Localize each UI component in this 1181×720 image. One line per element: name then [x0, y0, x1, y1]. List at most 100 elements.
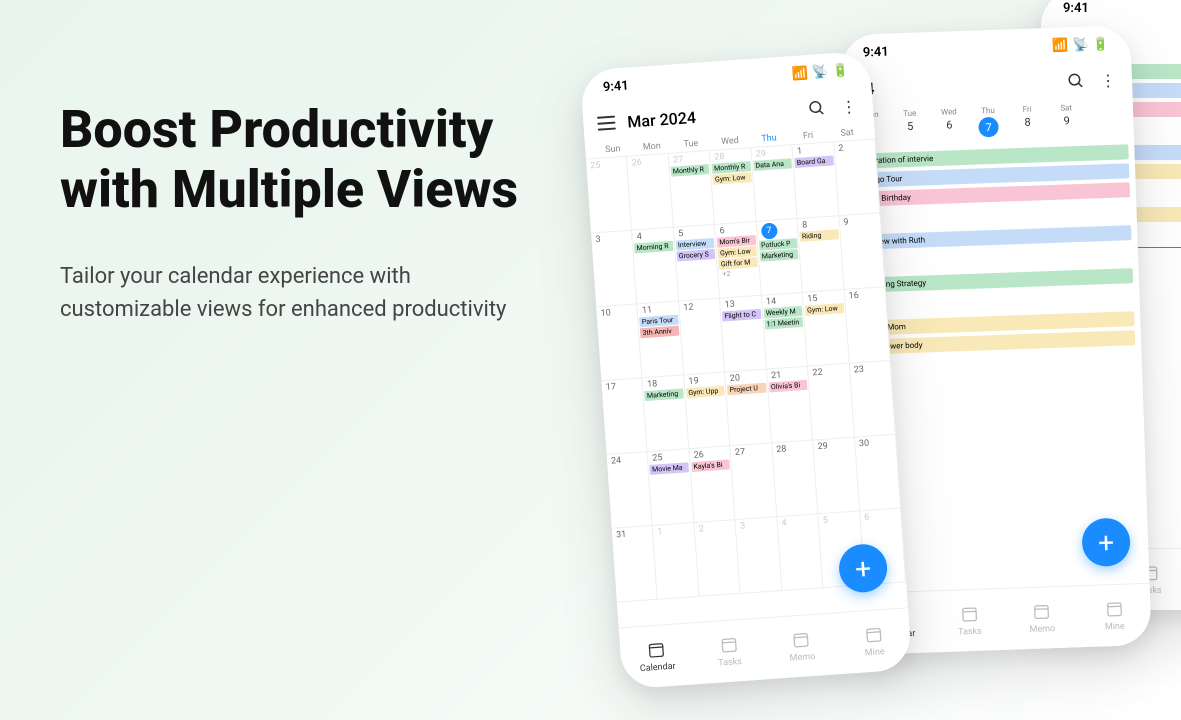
day-number: 26	[631, 156, 667, 168]
event-chip[interactable]: Marketing	[645, 388, 684, 401]
event-chip[interactable]: 1:1 Meetin	[764, 317, 803, 330]
week-label[interactable]: 24	[856, 72, 1055, 98]
calendar-cell[interactable]: 4Morning R	[632, 228, 678, 305]
calendar-cell[interactable]: 1Board Ga	[793, 142, 839, 219]
calendar-cell[interactable]: 5InterviewGrocery S	[674, 225, 720, 302]
calendar-cell[interactable]: 4	[777, 514, 823, 591]
search-icon[interactable]	[806, 98, 827, 119]
calendar-cell[interactable]: 14Weekly M1:1 Meetin	[762, 293, 808, 370]
day-number: 7	[761, 223, 778, 240]
calendar-cell[interactable]: 17	[601, 378, 647, 455]
nav-label: Tasks	[718, 657, 742, 669]
calendar-cell[interactable]: 24	[607, 452, 653, 529]
calendar-cell[interactable]: 15Gym: Low	[803, 290, 849, 367]
tasks-icon	[959, 604, 980, 625]
calendar-cell[interactable]: 13Flight to C	[720, 296, 766, 373]
calendar-cell[interactable]: 11Paris Tour3th Anniv	[638, 302, 684, 379]
event-chip[interactable]: Morning R	[634, 241, 673, 254]
calendar-cell[interactable]: 8Riding	[798, 216, 844, 293]
calendar-cell[interactable]: 26	[627, 154, 673, 231]
status-icons: 📶 📡 🔋	[791, 63, 848, 82]
event-chip[interactable]: Data Ana	[753, 158, 792, 171]
day-number: 1	[657, 525, 693, 537]
day-number: 2	[699, 522, 735, 534]
event-chip[interactable]: Monthly R	[670, 164, 709, 177]
calendar-cell[interactable]: 12	[679, 299, 725, 376]
nav-label: Memo	[1029, 624, 1055, 635]
event-chip[interactable]: Gym: Low	[805, 303, 844, 316]
nav-calendar[interactable]: Calendar	[619, 623, 696, 689]
calendar-cell[interactable]: 31	[612, 526, 658, 603]
nav-tasks[interactable]: Tasks	[691, 618, 768, 684]
event-chip[interactable]: Grocery S	[676, 249, 715, 262]
week-day[interactable]: Fri8	[1007, 104, 1047, 136]
nav-label: Memo	[789, 652, 815, 664]
event-chip[interactable]: Flight to C	[722, 309, 761, 322]
calendar-cell[interactable]: 23	[849, 361, 895, 438]
calendar-cell[interactable]: 18Marketing	[643, 375, 689, 452]
calendar-cell[interactable]: 25Movie Ma	[648, 449, 694, 526]
add-event-fab[interactable]: +	[1081, 517, 1131, 567]
status-time: 9:41	[602, 78, 629, 95]
event-chip[interactable]: Kayla's Bi	[691, 459, 730, 472]
event-chip[interactable]: Olivia's Bi	[769, 380, 808, 393]
calendar-cell[interactable]: 21Olivia's Bi	[767, 367, 813, 444]
day-number: 3	[595, 233, 631, 245]
event-chip[interactable]: Board Ga	[794, 155, 833, 168]
search-icon[interactable]	[1066, 71, 1087, 92]
event-chip[interactable]: Gym: Low	[713, 172, 752, 185]
more-events[interactable]: +2	[722, 268, 758, 278]
nav-mine[interactable]: Mine	[1077, 584, 1152, 647]
calendar-cell[interactable]: 30	[855, 435, 901, 512]
nav-memo[interactable]: Memo	[763, 613, 840, 679]
day-number: 23	[854, 363, 890, 375]
event-chip[interactable]: Gym: Upp	[686, 386, 725, 399]
week-day[interactable]: Tue5	[890, 108, 930, 140]
calendar-cell[interactable]: 26Kayla's Bi	[689, 446, 735, 523]
menu-icon[interactable]	[597, 116, 616, 131]
calendar-cell[interactable]: 22	[808, 364, 854, 441]
week-day[interactable]: Thu7	[968, 105, 1008, 137]
weekday-label: Wed	[710, 135, 750, 148]
calendar-cell[interactable]: 28Monthly RGym: Low	[710, 148, 756, 225]
calendar-cell[interactable]: 27	[731, 443, 777, 520]
status-bar: 9:41 📶 📡 🔋	[1041, 0, 1181, 26]
day-number: 28	[776, 443, 812, 455]
week-day[interactable]: Wed6	[929, 107, 969, 139]
nav-mine[interactable]: Mine	[836, 608, 913, 674]
calendar-cell[interactable]: 6Mom's BirGym: LowGift for M+2	[715, 222, 761, 299]
nav-tasks[interactable]: Tasks	[932, 589, 1007, 652]
calendar-cell[interactable]: 2	[834, 139, 880, 216]
event-chip[interactable]: Project U	[727, 383, 766, 396]
calendar-cell[interactable]: 2	[694, 520, 740, 597]
signal-icon: 📶	[1052, 38, 1069, 54]
mine-icon	[863, 624, 884, 645]
weekday-label: Fri	[1007, 104, 1046, 114]
event-chip[interactable]: 3th Anniv	[640, 326, 679, 339]
month-label[interactable]: Mar 2024	[627, 100, 796, 131]
weekday-label: Mon	[632, 141, 672, 154]
calendar-cell[interactable]: 1	[653, 523, 699, 600]
calendar-cell[interactable]: 29Data Ana	[751, 145, 797, 222]
event-chip[interactable]: Marketing	[759, 249, 798, 262]
battery-icon: 🔋	[1092, 36, 1109, 52]
calendar-cell[interactable]: 29	[813, 438, 859, 515]
event-chip[interactable]: Movie Ma	[650, 462, 689, 475]
day-number: 29	[817, 440, 853, 452]
calendar-cell[interactable]: 7Potluck PMarketing	[756, 219, 802, 296]
week-day[interactable]: Sat9	[1047, 103, 1087, 135]
calendar-cell[interactable]: 9	[839, 213, 885, 290]
more-icon[interactable]: ⋮	[1098, 70, 1119, 91]
calendar-cell[interactable]: 27Monthly R	[669, 151, 715, 228]
calendar-cell[interactable]: 20Project U	[725, 370, 771, 447]
calendar-cell[interactable]: 3	[591, 231, 637, 308]
nav-memo[interactable]: Memo	[1005, 586, 1080, 649]
calendar-cell[interactable]: 3	[736, 517, 782, 594]
calendar-cell[interactable]: 10	[596, 304, 642, 381]
more-icon[interactable]: ⋮	[838, 96, 859, 117]
calendar-cell[interactable]: 25	[586, 157, 632, 234]
calendar-cell[interactable]: 19Gym: Upp	[684, 372, 730, 449]
calendar-cell[interactable]: 16	[844, 287, 890, 364]
event-chip[interactable]: Riding	[800, 229, 839, 242]
calendar-cell[interactable]: 28	[772, 440, 818, 517]
